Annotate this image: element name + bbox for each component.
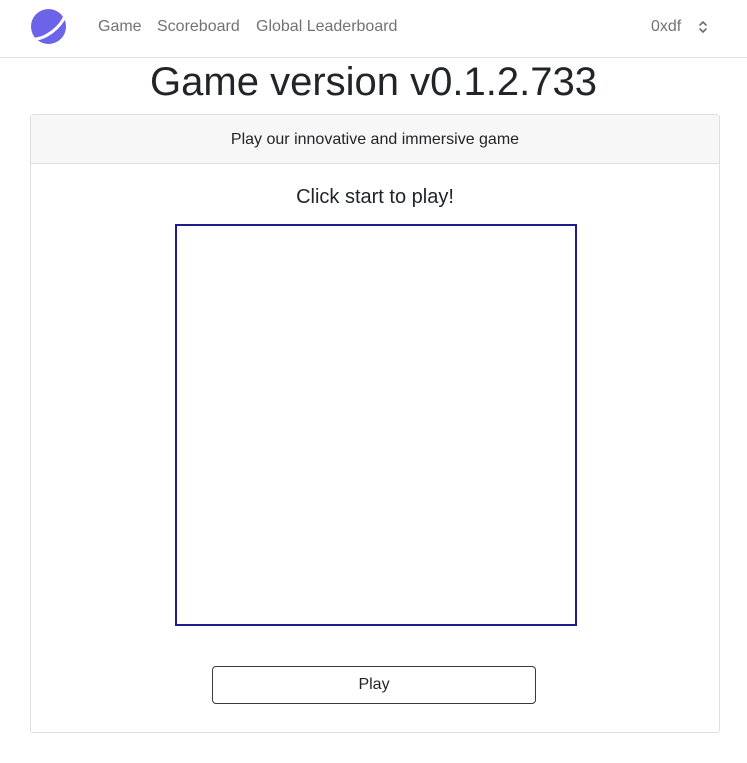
nav-link-game[interactable]: Game — [98, 17, 142, 36]
planet-logo-icon[interactable] — [30, 8, 67, 45]
nav-link-global-leaderboard[interactable]: Global Leaderboard — [256, 17, 397, 36]
game-card: Play our innovative and immersive game C… — [30, 114, 720, 733]
top-navbar: Game Scoreboard Global Leaderboard 0xdf — [0, 0, 747, 58]
nav-link-scoreboard[interactable]: Scoreboard — [157, 17, 240, 36]
game-canvas[interactable] — [175, 224, 577, 626]
start-prompt: Click start to play! — [296, 186, 454, 208]
card-header: Play our innovative and immersive game — [31, 115, 719, 164]
chevron-up-down-icon[interactable] — [697, 19, 709, 35]
page-title: Game version v0.1.2.733 — [150, 60, 597, 104]
user-menu[interactable]: 0xdf — [651, 17, 681, 36]
play-button[interactable]: Play — [212, 666, 536, 704]
